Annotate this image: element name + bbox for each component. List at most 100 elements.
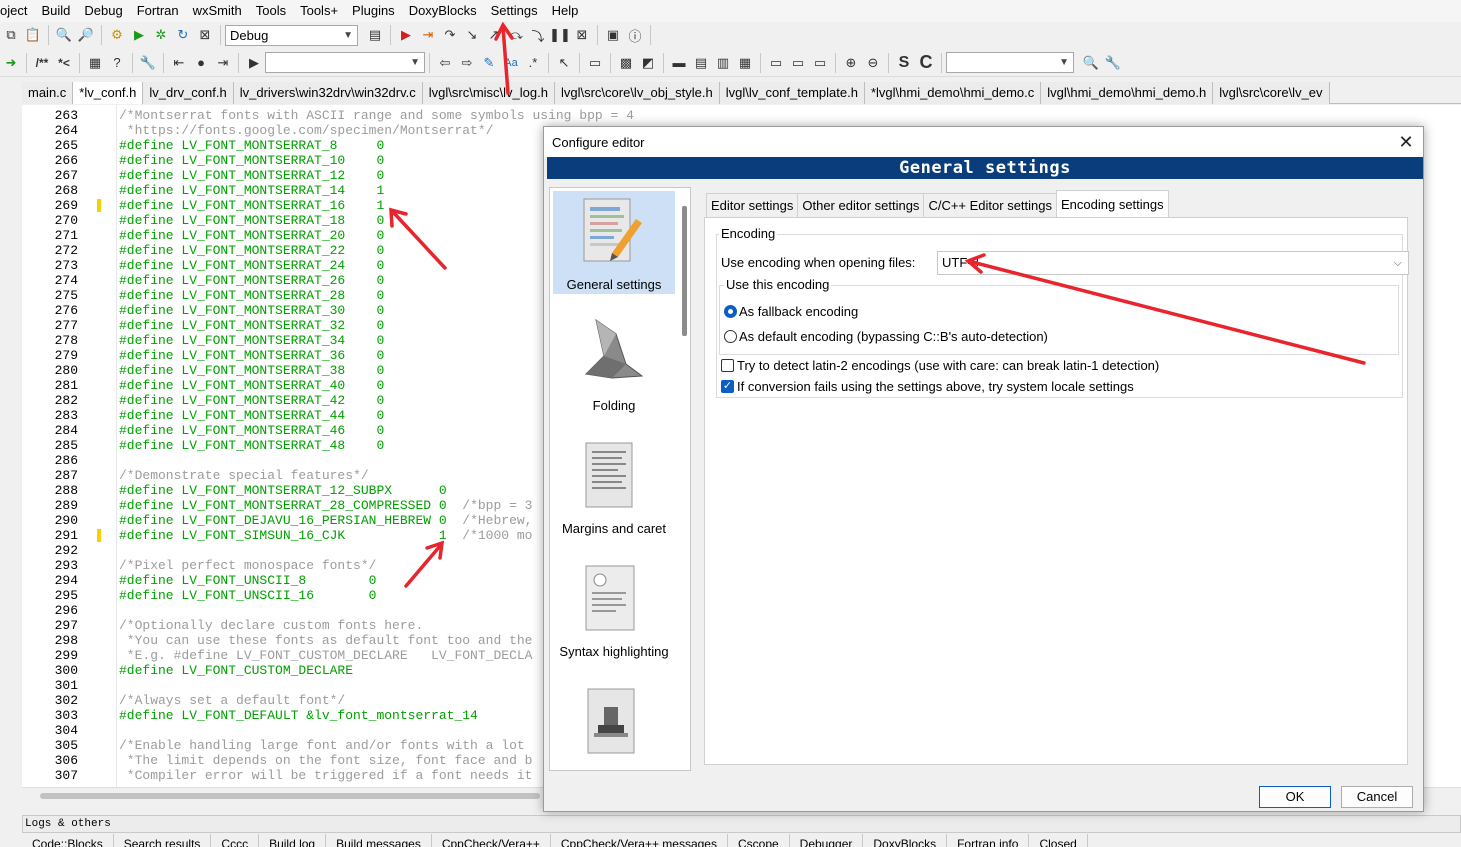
- code-line[interactable]: #define LV_FONT_MONTSERRAT_30 0: [119, 303, 384, 318]
- build-gear-icon[interactable]: ⚙: [106, 24, 128, 46]
- logs-tab[interactable]: Closed: [1029, 834, 1088, 847]
- run-to-cursor-icon[interactable]: ⇥: [417, 24, 439, 46]
- tab-lv-obj-style[interactable]: lvgl\src\core\lv_obj_style.h: [554, 82, 720, 104]
- tab-encoding-settings[interactable]: Encoding settings: [1056, 190, 1169, 217]
- category-syntax-highlighting[interactable]: Syntax highlighting: [553, 558, 675, 661]
- code-line[interactable]: #define LV_FONT_MONTSERRAT_12 0: [119, 168, 384, 183]
- detect-latin2-label[interactable]: Try to detect latin-2 encodings (use wit…: [737, 358, 1159, 373]
- menu-help[interactable]: Help: [545, 0, 586, 22]
- logs-tab[interactable]: Build log: [259, 834, 327, 847]
- tab-hmi-demo-h[interactable]: lvgl\hmi_demo\hmi_demo.h: [1041, 82, 1214, 104]
- logs-tab[interactable]: Fortran info: [947, 834, 1030, 847]
- cancel-button[interactable]: Cancel: [1341, 786, 1413, 808]
- step-into-icon[interactable]: ↘: [461, 24, 483, 46]
- tools-wrench-icon[interactable]: 🔧: [137, 52, 159, 74]
- tab-lv-event[interactable]: lvgl\src\core\lv_ev: [1213, 82, 1330, 104]
- debug-start-icon[interactable]: ▶: [395, 24, 417, 46]
- menu-project[interactable]: oject: [0, 0, 34, 22]
- code-line[interactable]: #define LV_FONT_MONTSERRAT_10 0: [119, 153, 384, 168]
- code-line[interactable]: #define LV_FONT_MONTSERRAT_20 0: [119, 228, 384, 243]
- tab-lv-log[interactable]: lvgl\src\misc\lv_log.h: [422, 82, 555, 104]
- logs-tab[interactable]: Cccc: [211, 834, 260, 847]
- fallback-encoding-radio[interactable]: [724, 305, 737, 318]
- menu-tools[interactable]: Tools: [249, 0, 293, 22]
- code-line[interactable]: *E.g. #define LV_FONT_CUSTOM_DECLARE LV_…: [119, 648, 533, 663]
- doxy-line-comment-icon[interactable]: *<: [53, 52, 75, 74]
- widget-bar-icon[interactable]: ▤: [690, 52, 712, 74]
- code-line[interactable]: #define LV_FONT_UNSCII_8 0: [119, 573, 376, 588]
- code-line[interactable]: #define LV_FONT_MONTSERRAT_28 0: [119, 288, 384, 303]
- search-select[interactable]: ▼: [946, 52, 1074, 73]
- code-line[interactable]: *https://fonts.google.com/specimen/Monts…: [119, 123, 494, 138]
- tab-hmi-demo-c[interactable]: *lvgl\hmi_demo\hmi_demo.c: [864, 82, 1042, 104]
- abort-icon[interactable]: ⊠: [194, 24, 216, 46]
- close-icon[interactable]: ✕: [1395, 131, 1417, 153]
- step-instruction-icon[interactable]: ⤵: [527, 24, 549, 46]
- regex-icon[interactable]: .*: [522, 52, 544, 74]
- widget-rect2-icon[interactable]: ▭: [787, 52, 809, 74]
- code-line[interactable]: #define LV_FONT_MONTSERRAT_22 0: [119, 243, 384, 258]
- zoom-out-icon[interactable]: ⊖: [862, 52, 884, 74]
- code-completion-icon[interactable]: ▶: [243, 52, 265, 74]
- widget-list-icon[interactable]: ▥: [712, 52, 734, 74]
- zoom-in-icon[interactable]: ⊕: [840, 52, 862, 74]
- code-line[interactable]: #define LV_FONT_MONTSERRAT_48 0: [119, 438, 384, 453]
- tab-main-c[interactable]: main.c: [22, 82, 74, 104]
- menu-fortran[interactable]: Fortran: [130, 0, 186, 22]
- code-line[interactable]: #define LV_FONT_DEFAULT &lv_font_montser…: [119, 708, 478, 723]
- menu-doxyblocks[interactable]: DoxyBlocks: [402, 0, 484, 22]
- menu-wxsmith[interactable]: wxSmith: [186, 0, 249, 22]
- code-line[interactable]: #define LV_FONT_MONTSERRAT_18 0: [119, 213, 384, 228]
- spell-check-icon[interactable]: Aa: [500, 52, 522, 74]
- next-line-icon[interactable]: ↷: [439, 24, 461, 46]
- code-line[interactable]: #define LV_FONT_MONTSERRAT_42 0: [119, 393, 384, 408]
- category-scrollbar[interactable]: [682, 206, 687, 336]
- code-line[interactable]: #define LV_FONT_MONTSERRAT_34 0: [119, 333, 384, 348]
- menu-build[interactable]: Build: [34, 0, 77, 22]
- code-line[interactable]: #define LV_FONT_MONTSERRAT_40 0: [119, 378, 384, 393]
- widget-rect-icon[interactable]: ▭: [765, 52, 787, 74]
- logs-tab[interactable]: Code::Blocks: [22, 834, 114, 847]
- widget-frame-icon[interactable]: ▭: [584, 52, 606, 74]
- menu-settings[interactable]: Settings: [484, 0, 545, 22]
- code-line[interactable]: #define LV_FONT_DEJAVU_16_PERSIAN_HEBREW…: [119, 513, 532, 528]
- code-line[interactable]: #define LV_FONT_MONTSERRAT_38 0: [119, 363, 384, 378]
- debug-windows-icon[interactable]: ▣: [602, 24, 624, 46]
- code-line[interactable]: #define LV_FONT_CUSTOM_DECLARE: [119, 663, 353, 678]
- code-line[interactable]: #define LV_FONT_MONTSERRAT_14 1: [119, 183, 384, 198]
- jump-icon[interactable]: ➜: [0, 52, 22, 74]
- logs-tab[interactable]: CppCheck/Vera++: [432, 834, 551, 847]
- widget-rect3-icon[interactable]: ▭: [809, 52, 831, 74]
- widget-grid-icon[interactable]: ▩: [615, 52, 637, 74]
- pause-icon[interactable]: ❚❚: [549, 24, 571, 46]
- tab-win32drv[interactable]: lv_drivers\win32drv\win32drv.c: [233, 82, 423, 104]
- widget-image-icon[interactable]: ◩: [637, 52, 659, 74]
- run-icon[interactable]: ▶: [128, 24, 150, 46]
- code-line[interactable]: #define LV_FONT_SIMSUN_16_CJK 1 /*1000 m…: [119, 528, 532, 543]
- code-line[interactable]: /*Optionally declare custom fonts here.: [119, 618, 423, 633]
- tab-editor-settings[interactable]: Editor settings: [706, 193, 799, 217]
- toggle-c-button[interactable]: C: [915, 52, 937, 74]
- dialog-titlebar[interactable]: Configure editor ✕: [544, 127, 1423, 157]
- logs-tab[interactable]: Build messages: [326, 834, 432, 847]
- find-icon[interactable]: 🔍: [53, 24, 75, 46]
- code-line[interactable]: /*Montserrat fonts with ASCII range and …: [119, 108, 634, 123]
- build-run-icon[interactable]: ✲: [150, 24, 172, 46]
- encoding-select[interactable]: UTF-8 ⌵: [937, 251, 1409, 275]
- code-line[interactable]: #define LV_FONT_MONTSERRAT_8 0: [119, 138, 384, 153]
- paste-icon[interactable]: 📋: [22, 24, 44, 46]
- code-line[interactable]: #define LV_FONT_MONTSERRAT_12_SUBPX 0: [119, 483, 447, 498]
- detect-latin2-checkbox[interactable]: [721, 359, 734, 372]
- tab-other-editor-settings[interactable]: Other editor settings: [797, 193, 925, 217]
- code-line[interactable]: *You can use these fonts as default font…: [119, 633, 533, 648]
- doxy-comment-icon[interactable]: /**: [31, 52, 53, 74]
- tab-lv-drv-conf[interactable]: lv_drv_conf.h: [143, 82, 234, 104]
- code-line[interactable]: #define LV_FONT_MONTSERRAT_26 0: [119, 273, 384, 288]
- code-line[interactable]: /*Demonstrate special features*/: [119, 468, 369, 483]
- stop-debug-icon[interactable]: ⊠: [571, 24, 593, 46]
- next-instruction-icon[interactable]: ⤼: [505, 24, 527, 46]
- tab-cpp-editor-settings[interactable]: C/C++ Editor settings: [923, 193, 1057, 217]
- scope-select[interactable]: ▼: [265, 52, 425, 73]
- show-targets-icon[interactable]: ▤: [364, 24, 386, 46]
- logs-tab[interactable]: DoxyBlocks: [863, 834, 948, 847]
